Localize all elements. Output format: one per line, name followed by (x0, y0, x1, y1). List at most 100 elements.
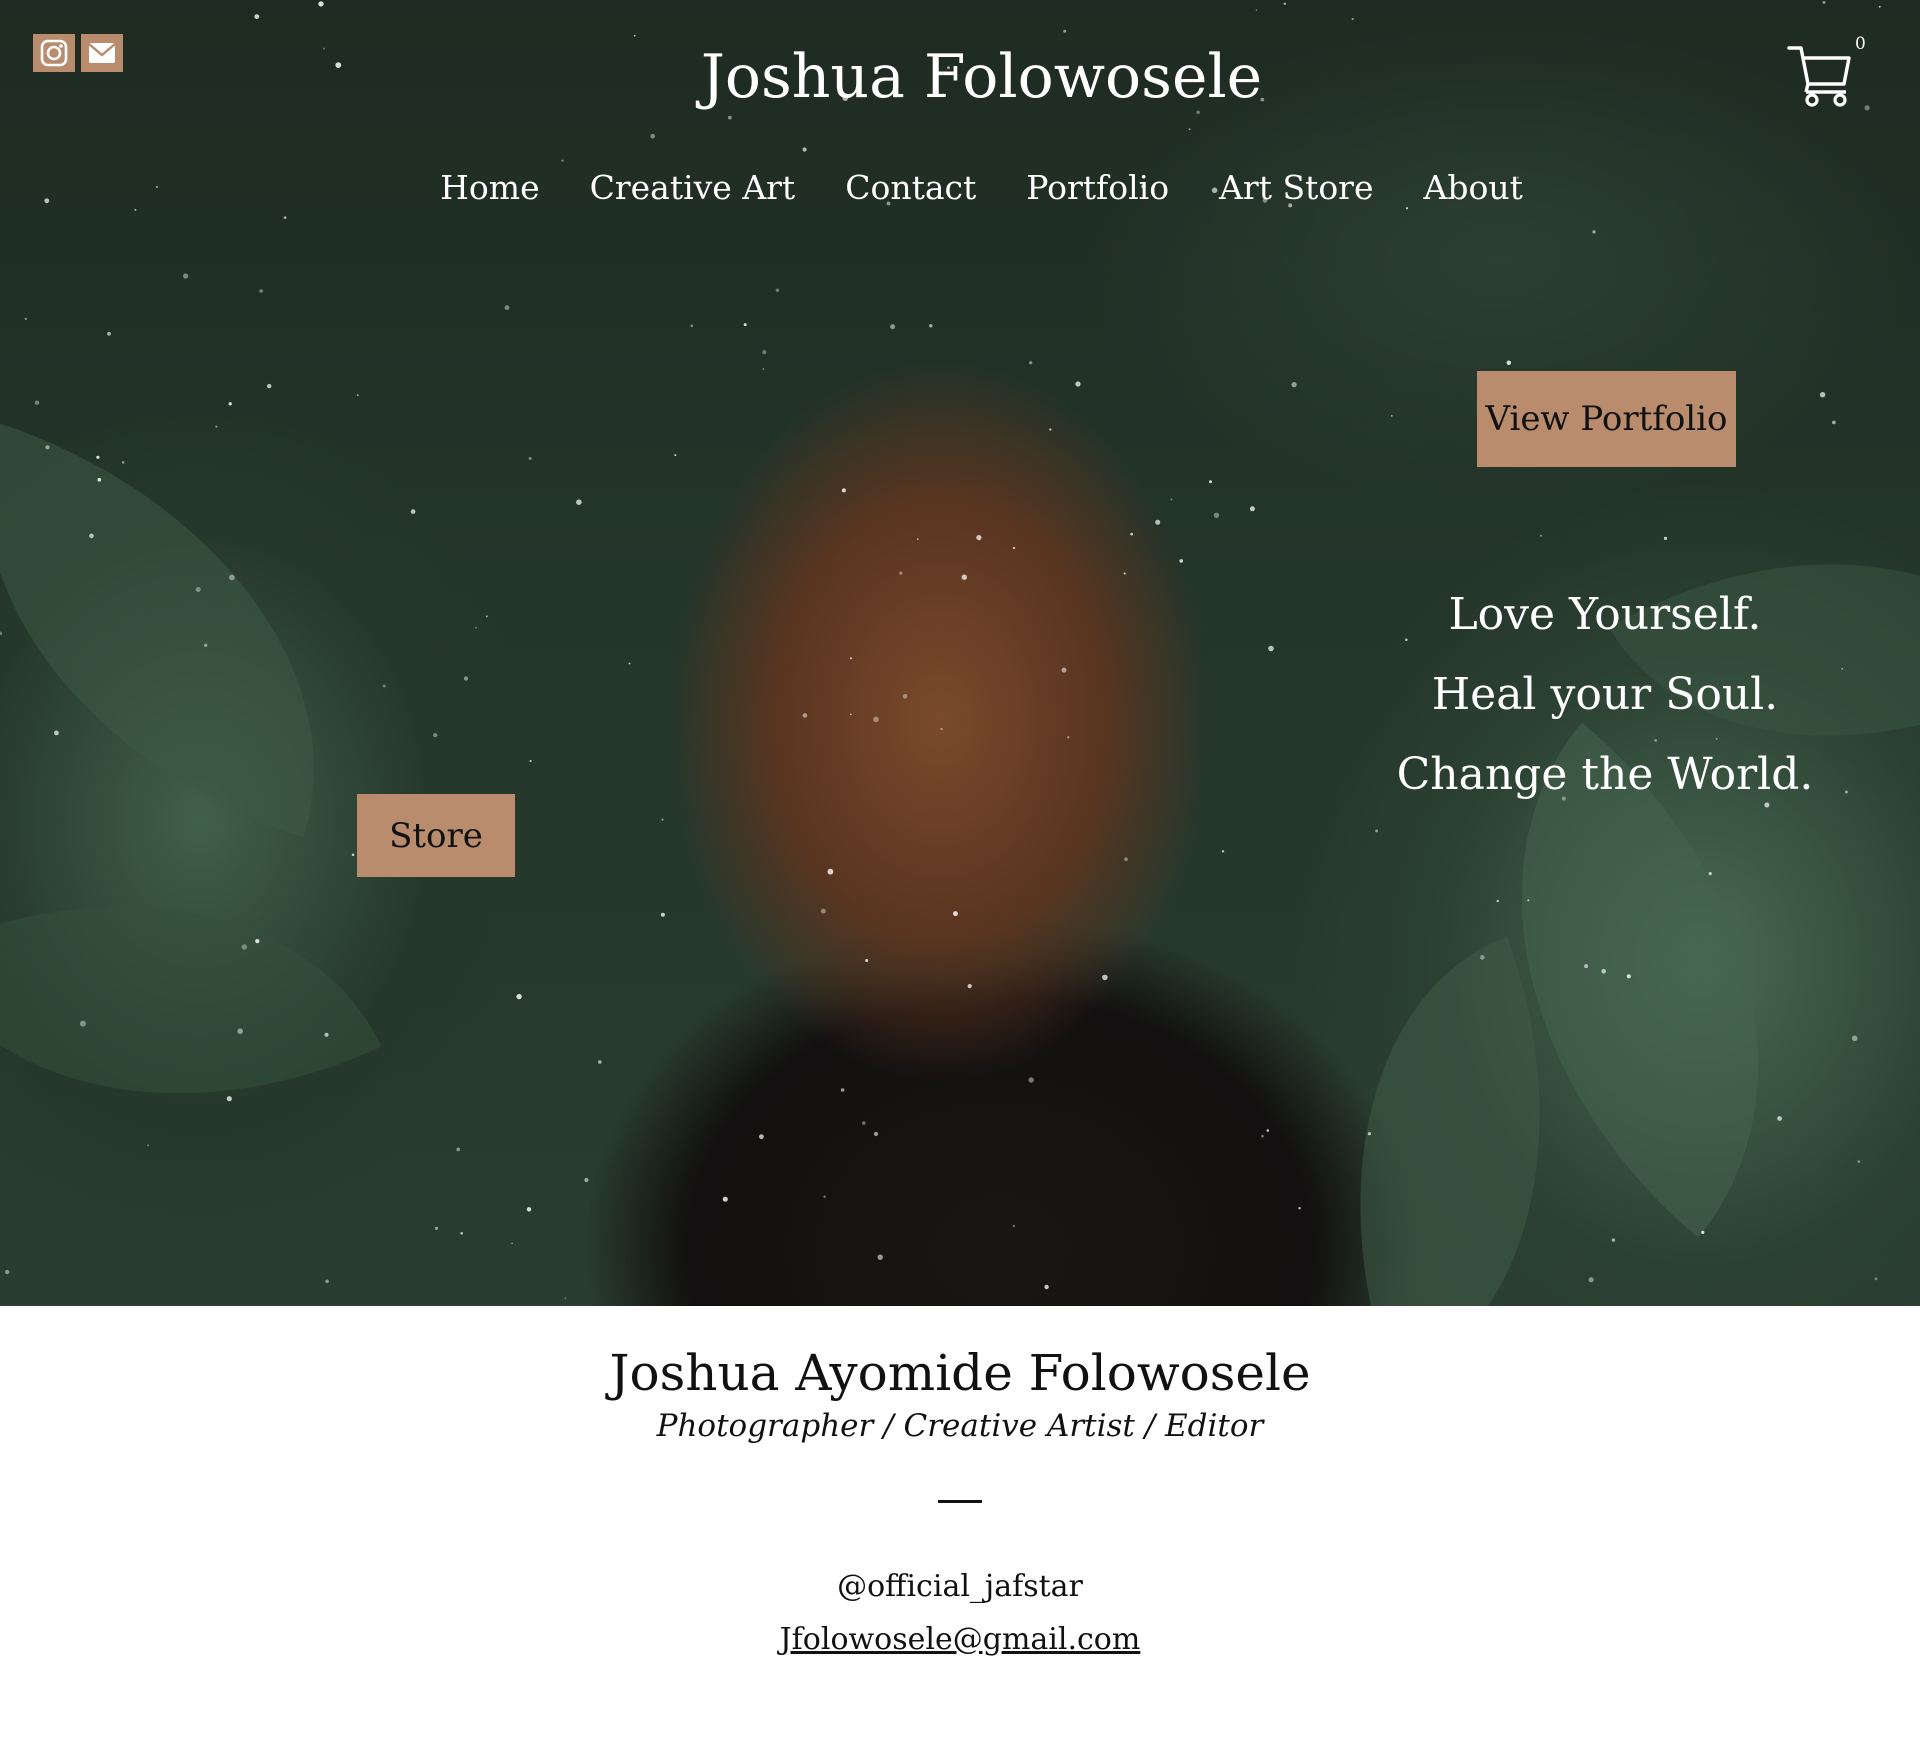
sparkle-dot (259, 289, 263, 293)
profile-name: Joshua Ayomide Folowosele (609, 1344, 1311, 1402)
sparkle-dot (1506, 360, 1512, 366)
sparkle-dot (628, 662, 631, 665)
sparkle-dot (1701, 1230, 1705, 1234)
sparkle-dot (24, 317, 27, 320)
sparkle-dot (325, 1279, 329, 1284)
nav-item-creative-art[interactable]: Creative Art (590, 168, 796, 207)
sparkle-dot (762, 350, 767, 355)
sparkle-dot (460, 1232, 464, 1235)
sparkle-dot (1819, 392, 1826, 398)
sparkle-dot (526, 1207, 532, 1212)
sparkle-dot (1283, 2, 1287, 5)
sparkle-dot (976, 535, 982, 541)
sparkle-dot (1067, 736, 1070, 739)
sparkle-dot (1601, 969, 1606, 974)
email-link[interactable]: Jfolowosele@gmail.com (780, 1622, 1141, 1657)
sparkle-dot (45, 445, 50, 450)
sparkle-dot (598, 1060, 602, 1064)
sparkle-dot (1851, 1035, 1858, 1042)
sparkle-dot (633, 34, 636, 37)
sparkle-dot (229, 574, 235, 581)
sparkle-dot (324, 1032, 329, 1037)
sparkle-dot (1375, 829, 1378, 833)
sparkle-dot (1028, 1077, 1034, 1083)
sparkle-dot (661, 818, 664, 821)
sparkle-dot (255, 939, 260, 944)
sparkle-dot (899, 571, 903, 575)
sparkle-dot (1249, 506, 1255, 512)
sparkle-dot (351, 853, 355, 857)
instagram-handle: @official_jafstar (837, 1569, 1083, 1604)
sparkle-dot (1213, 512, 1220, 518)
sparkle-dot (254, 14, 260, 19)
nav-item-portfolio[interactable]: Portfolio (1026, 168, 1169, 207)
sparkle-dot (356, 394, 359, 397)
sparkle-dot (827, 868, 834, 875)
nav-item-art-store[interactable]: Art Store (1219, 168, 1373, 207)
sparkle-dot (0, 631, 3, 636)
sparkle-dot (1588, 1277, 1594, 1283)
sparkle-dot (1405, 207, 1409, 210)
sparkle-dot (1844, 790, 1848, 794)
hero-section: Joshua Folowosele 0 Home Creative Art Co… (0, 0, 1920, 1306)
store-button[interactable]: Store (357, 794, 515, 877)
sparkle-dot (456, 1147, 461, 1152)
cart-button[interactable] (1786, 38, 1856, 108)
sparkle-dot (674, 454, 677, 457)
sparkle-dot (318, 1, 324, 7)
sparkle-dot (1822, 0, 1826, 4)
sparkle-dot (865, 959, 869, 962)
sparkle-dot (1841, 667, 1844, 670)
sparkle-dot (96, 455, 100, 459)
sparkle-dot (89, 533, 94, 539)
sparkle-dot (1351, 17, 1354, 21)
sparkle-dot (1592, 230, 1596, 234)
sparkle-dot (1061, 667, 1067, 673)
nav-item-about[interactable]: About (1424, 168, 1523, 207)
nav-item-home[interactable]: Home (440, 168, 539, 207)
sparkle-dot (1663, 536, 1668, 541)
sparkle-dot (1075, 381, 1081, 387)
sparkle-dot (862, 1121, 866, 1125)
sparkle-dot (1044, 1284, 1049, 1290)
sparkle-dot (775, 288, 780, 292)
sparkle-dot (584, 1177, 589, 1183)
cart-count-badge: 0 (1855, 34, 1866, 54)
sparkle-dot (1255, 9, 1258, 11)
sparkle-dot (516, 993, 522, 1000)
sparkle-dot (1179, 559, 1183, 563)
sparkle-dot (841, 488, 846, 493)
sparkle-dot (475, 626, 477, 629)
sparkle-dot (147, 1144, 150, 1147)
site-title[interactable]: Joshua Folowosele (0, 42, 1920, 112)
sparkle-dot (283, 216, 287, 220)
sparkle-dot (1584, 964, 1589, 969)
sparkle-dot (1874, 1277, 1878, 1281)
sparkle-dot (1049, 428, 1052, 431)
tagline-line: Heal your Soul. (1431, 669, 1779, 720)
sparkle-dot (850, 657, 852, 660)
sparkle-dot (802, 147, 807, 152)
sparkle-dot (840, 1088, 845, 1092)
tagline-line: Change the World. (1396, 749, 1814, 800)
sparkle-dot (722, 1196, 728, 1202)
sparkle-dot (504, 305, 510, 311)
sparkle-dot (1496, 899, 1499, 903)
sparkle-dot (1130, 532, 1134, 536)
sparkle-dot (1626, 974, 1631, 979)
sparkle-dot (823, 1195, 826, 1199)
sparkle-dot (890, 324, 896, 330)
sparkle-dot (529, 759, 532, 763)
sparkle-dot (410, 509, 416, 514)
sparkle-dot (1123, 572, 1126, 575)
nav-item-contact[interactable]: Contact (845, 168, 976, 207)
sparkle-dot (961, 574, 967, 580)
sparkle-dot (237, 1028, 243, 1034)
profile-section: Joshua Ayomide Folowosele Photographer /… (0, 1306, 1920, 1657)
sparkle-dot (463, 676, 469, 681)
sparkle-dot (1708, 872, 1712, 876)
view-portfolio-button[interactable]: View Portfolio (1477, 371, 1736, 467)
sparkle-dot (241, 944, 247, 950)
sparkle-dot (576, 499, 582, 506)
sparkle-dot (759, 1134, 764, 1140)
